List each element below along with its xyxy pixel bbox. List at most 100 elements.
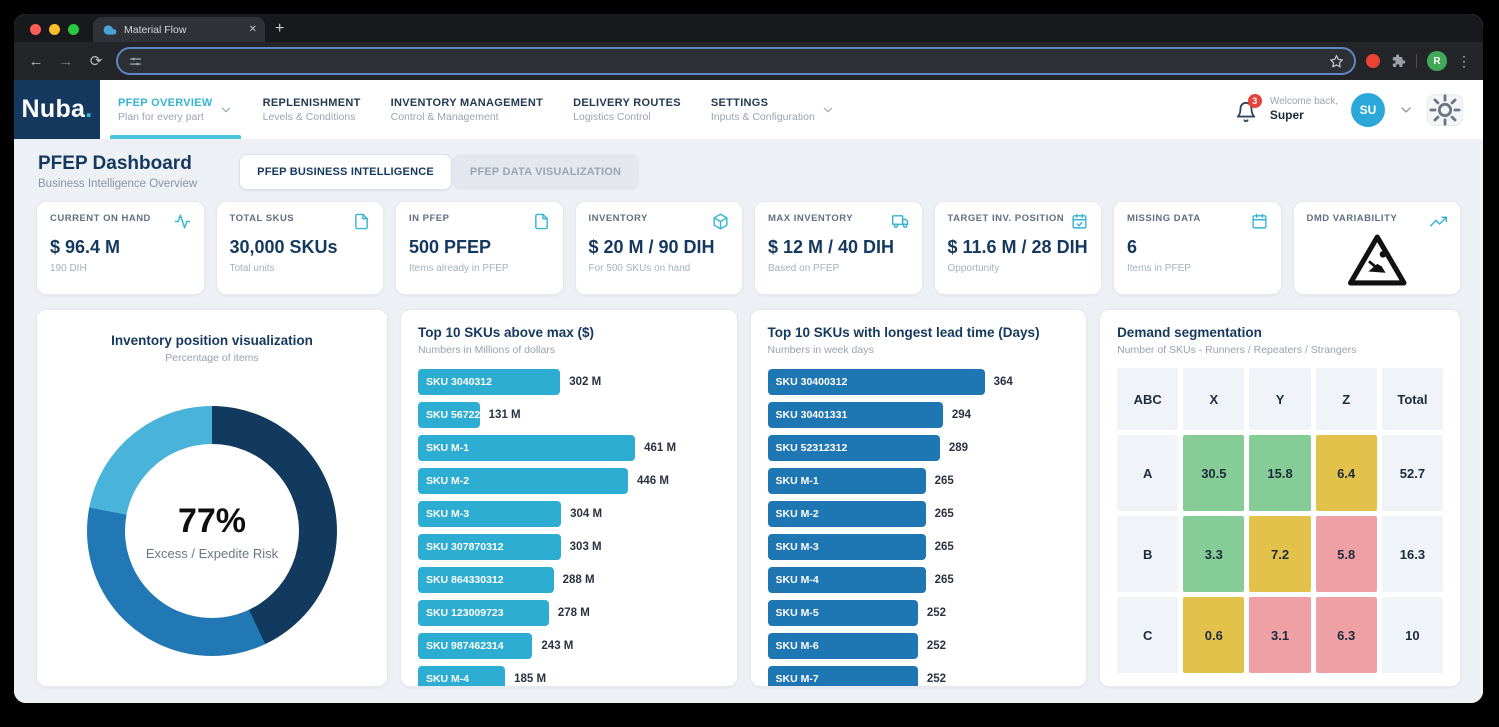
bar[interactable]: SKU M-7 [768, 666, 918, 687]
bar-row-sku-3040312[interactable]: SKU 3040312302 M [418, 369, 720, 395]
kpi-subtitle: Opportunity [948, 263, 1089, 274]
tab-pfep-business-intelligence[interactable]: PFEP BUSINESS INTELLIGENCE [239, 154, 452, 190]
forward-icon[interactable]: → [56, 54, 76, 69]
bar-row-sku-m-2[interactable]: SKU M-2 446 M [418, 468, 720, 494]
bar[interactable]: SKU 3040312 [418, 369, 560, 395]
seg-cell: 7.2 [1249, 516, 1310, 592]
segmentation-table: ABCXYZTotalA30.515.86.452.7B3.37.25.816.… [1117, 368, 1443, 673]
notifications-badge: 3 [1248, 94, 1262, 108]
bar[interactable]: SKU 567222 [418, 402, 480, 428]
bar[interactable]: SKU M-1 [418, 435, 635, 461]
window-minimize-button[interactable] [49, 24, 60, 35]
bar-category-label: SKU 3040312 [426, 376, 492, 388]
nav-item-sublabel: Logistics Control [573, 111, 681, 123]
bar-row-sku-123009723[interactable]: SKU 123009723 278 M [418, 600, 720, 626]
bar-value-label: 278 M [558, 607, 590, 619]
kpi-value: $ 11.6 M / 28 DIH [948, 237, 1089, 258]
bar-row-sku-987462314[interactable]: SKU 987462314243 M [418, 633, 720, 659]
bar-row-sku-30400312[interactable]: SKU 30400312364 [768, 369, 1070, 395]
bar-row-sku-m-4[interactable]: SKU M-4185 M [418, 666, 720, 687]
notifications-bell-icon[interactable]: 3 [1235, 99, 1257, 121]
bar[interactable]: SKU M-3 [768, 534, 926, 560]
seg-cell: 0.6 [1183, 597, 1244, 673]
kpi-card-max-inventory: MAX INVENTORY$ 12 M / 40 DIHBased on PFE… [754, 201, 923, 295]
bar-row-sku-m-3[interactable]: SKU M-3304 M [418, 501, 720, 527]
header-right: 3 Welcome back, Super SU [1235, 80, 1483, 139]
tab-close-icon[interactable]: ✕ [249, 24, 257, 35]
panel-subtitle: Percentage of items [54, 352, 370, 364]
kpi-card-current-on-hand: CURRENT ON HAND$ 96.4 M190 DIH [36, 201, 205, 295]
refresh-icon[interactable]: ⟳ [86, 54, 106, 69]
bar[interactable]: SKU M-2 [768, 501, 926, 527]
seg-row-label-b: B [1117, 516, 1178, 592]
bar-row-sku-m-7[interactable]: SKU M-7252 [768, 666, 1070, 687]
bar-row-sku-m-1[interactable]: SKU M-1461 M [418, 435, 720, 461]
bar-value-label: 252 [927, 607, 946, 619]
bar[interactable]: SKU 52312312 [768, 435, 940, 461]
bar-row-sku-864330312[interactable]: SKU 864330312 288 M [418, 567, 720, 593]
bar-category-label: SKU 987462314 [426, 640, 504, 652]
kpi-label: IN PFEP [409, 213, 449, 224]
seg-row-label-c: C [1117, 597, 1178, 673]
bar[interactable]: SKU M-2 [418, 468, 628, 494]
nav-item-replenishment[interactable]: REPLENISHMENTLevels & Conditions [261, 80, 363, 139]
bar-row-sku-567222[interactable]: SKU 567222131 M [418, 402, 720, 428]
bar-value-label: 446 M [637, 475, 669, 487]
seg-header-z: Z [1316, 368, 1377, 430]
bar[interactable]: SKU 30400312 [768, 369, 985, 395]
browser-tab-bar: Material Flow ✕ + [14, 14, 1483, 42]
extension-red-icon[interactable] [1366, 54, 1380, 68]
file-icon [353, 213, 370, 230]
bar-category-label: SKU 123009723 [426, 607, 504, 619]
bar[interactable]: SKU 30401331 [768, 402, 943, 428]
bar[interactable]: SKU 987462314 [418, 633, 532, 659]
bar-row-sku-m-2[interactable]: SKU M-2265 [768, 501, 1070, 527]
bar-row-sku-307870312[interactable]: SKU 307870312303 M [418, 534, 720, 560]
browser-profile-avatar[interactable]: R [1427, 51, 1447, 71]
nav-item-sublabel: Levels & Conditions [263, 111, 361, 123]
cloud-favicon-icon [103, 23, 117, 37]
bar-row-sku-m-1[interactable]: SKU M-1265 [768, 468, 1070, 494]
address-bar[interactable] [116, 47, 1356, 75]
nav-item-delivery-routes[interactable]: DELIVERY ROUTESLogistics Control [571, 80, 683, 139]
user-avatar[interactable]: SU [1351, 93, 1385, 127]
chevron-down-icon[interactable] [1398, 102, 1414, 118]
bar-value-label: 289 [949, 442, 968, 454]
bookmark-star-icon[interactable] [1329, 54, 1344, 69]
nav-item-settings[interactable]: SETTINGSInputs & Configuration [709, 80, 837, 139]
window-close-button[interactable] [30, 24, 41, 35]
tab-pfep-data-visualization[interactable]: PFEP DATA VISUALIZATION [452, 154, 639, 190]
kpi-subtitle: 190 DIH [50, 263, 191, 274]
window-zoom-button[interactable] [68, 24, 79, 35]
bar[interactable]: SKU M-1 [768, 468, 926, 494]
theme-toggle-button[interactable] [1427, 94, 1463, 126]
bar-row-sku-m-5[interactable]: SKU M-5 252 [768, 600, 1070, 626]
browser-menu-icon[interactable]: ⋮ [1457, 53, 1471, 70]
browser-tab[interactable]: Material Flow ✕ [93, 17, 265, 42]
bar[interactable]: SKU M-4 [768, 567, 926, 593]
bar[interactable]: SKU M-6 [768, 633, 918, 659]
bar-row-sku-52312312[interactable]: SKU 52312312 289 [768, 435, 1070, 461]
bar[interactable]: SKU 123009723 [418, 600, 549, 626]
bar[interactable]: SKU 864330312 [418, 567, 554, 593]
bar-value-label: 288 M [563, 574, 595, 586]
bar-row-sku-m-6[interactable]: SKU M-6252 [768, 633, 1070, 659]
bar-category-label: SKU M-3 [776, 541, 819, 553]
bar-row-sku-m-3[interactable]: SKU M-3265 [768, 534, 1070, 560]
bar[interactable]: SKU M-4 [418, 666, 505, 687]
kpi-value: 500 PFEP [409, 237, 550, 258]
bar-row-sku-30401331[interactable]: SKU 30401331294 [768, 402, 1070, 428]
bar-row-sku-m-4[interactable]: SKU M-4265 [768, 567, 1070, 593]
page-content: PFEP Dashboard Business Intelligence Ove… [14, 140, 1483, 703]
new-tab-button[interactable]: + [265, 20, 296, 42]
nuba-logo[interactable]: Nuba. [14, 80, 100, 139]
extensions-puzzle-icon[interactable] [1390, 53, 1406, 69]
back-icon[interactable]: ← [26, 54, 46, 69]
bar[interactable]: SKU 307870312 [418, 534, 561, 560]
bar[interactable]: SKU M-5 [768, 600, 918, 626]
bar[interactable]: SKU M-3 [418, 501, 561, 527]
nav-item-inventory-management[interactable]: INVENTORY MANAGEMENTControl & Management [389, 80, 545, 139]
app-header: Nuba. PFEP OVERVIEWPlan for every part RE… [14, 80, 1483, 140]
donut-chart[interactable]: 77% Excess / Expedite Risk [87, 406, 337, 656]
nav-item-pfep-overview[interactable]: PFEP OVERVIEWPlan for every part [116, 80, 235, 139]
